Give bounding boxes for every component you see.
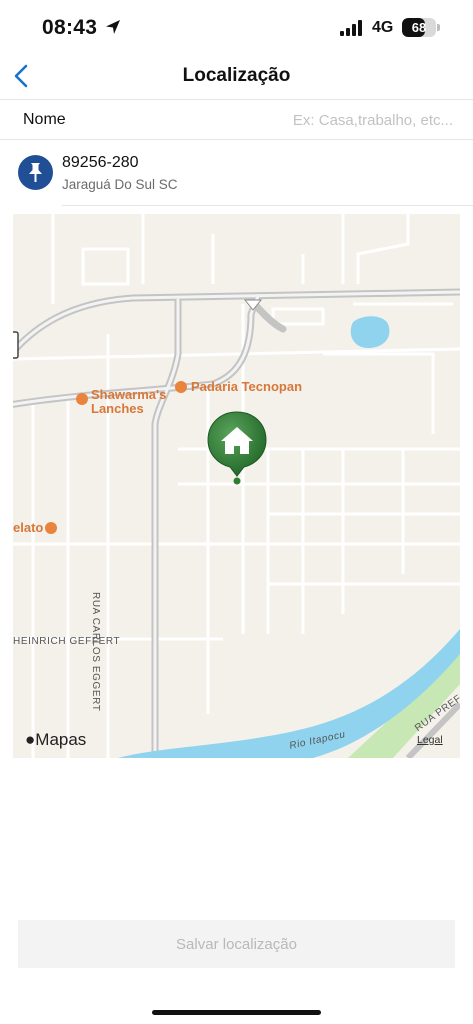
bakery-icon[interactable] xyxy=(175,381,187,393)
location-arrow-icon xyxy=(106,20,120,34)
attribution-text: Mapas xyxy=(35,730,87,749)
street-label: RUA CARLOS EGGERT xyxy=(90,592,101,712)
signal-bars-icon xyxy=(340,20,362,36)
name-label: Nome xyxy=(23,111,66,128)
map-base xyxy=(13,214,460,758)
poi-label[interactable]: elato xyxy=(13,521,43,535)
pushpin-icon xyxy=(18,155,53,190)
battery-icon: 68 xyxy=(402,18,436,37)
cafe-icon[interactable] xyxy=(45,522,57,534)
apple-maps-attribution: ●Mapas xyxy=(25,730,86,750)
poi-label[interactable]: Padaria Tecnopan xyxy=(191,380,302,394)
status-time: 08:43 xyxy=(42,16,98,39)
battery-percent: 68 xyxy=(411,20,427,35)
name-row: Nome xyxy=(0,100,473,140)
street-label: HEINRICH GEFFERT xyxy=(13,636,121,647)
save-location-button[interactable]: Salvar localização xyxy=(18,920,455,968)
map-view[interactable]: Padaria Tecnopan Shawarma's Lanches elat… xyxy=(13,214,460,758)
address-city: Jaraguá Do Sul SC xyxy=(62,177,178,192)
battery-tip xyxy=(437,24,440,31)
address-postal-code: 89256-280 xyxy=(62,154,139,171)
poi-label[interactable]: Shawarma's Lanches xyxy=(91,388,171,416)
divider xyxy=(62,205,473,206)
home-marker[interactable] xyxy=(206,410,268,486)
network-type: 4G xyxy=(372,19,394,36)
restaurant-icon[interactable] xyxy=(76,393,88,405)
page-title: Localização xyxy=(182,65,291,86)
navigation-bar: Localização xyxy=(0,54,473,100)
home-indicator xyxy=(152,1010,321,1015)
name-input[interactable] xyxy=(263,107,453,133)
status-bar: 08:43 4G 68 xyxy=(0,0,473,54)
apple-logo-icon: ● xyxy=(25,730,36,749)
legal-link[interactable]: Legal xyxy=(417,734,443,746)
address-row: 89256-280 Jaraguá Do Sul SC xyxy=(0,140,473,206)
